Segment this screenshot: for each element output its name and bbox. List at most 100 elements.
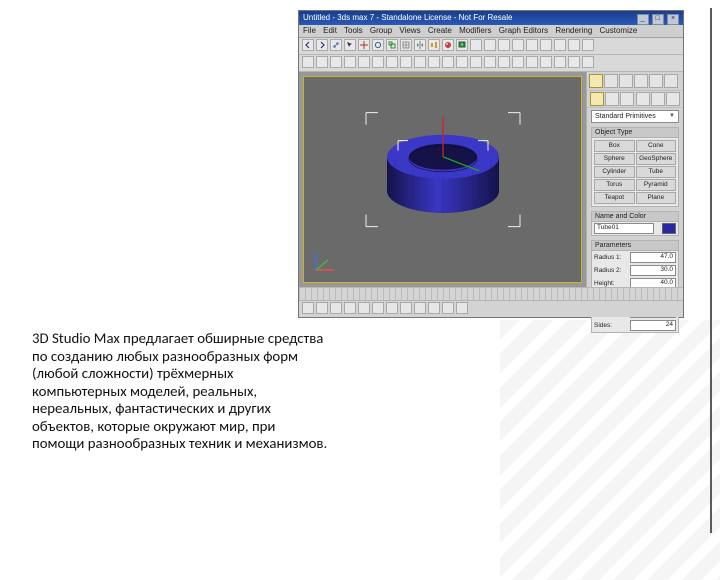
rollout-header[interactable]: Name and Color — [592, 212, 678, 222]
select-button[interactable] — [344, 39, 356, 51]
toolbar-icon[interactable] — [428, 56, 440, 68]
status-icon[interactable] — [400, 302, 412, 314]
helpers-category[interactable] — [651, 92, 665, 106]
toolbar-icon[interactable] — [484, 56, 496, 68]
toolbar-icon[interactable] — [498, 56, 510, 68]
link-button[interactable] — [330, 39, 342, 51]
pan-button[interactable] — [428, 302, 440, 314]
toolbar-icon[interactable] — [512, 56, 524, 68]
close-button[interactable]: × — [667, 14, 679, 25]
toolbar-icon[interactable] — [540, 56, 552, 68]
shapes-category[interactable] — [605, 92, 619, 106]
scale-button[interactable] — [386, 39, 398, 51]
status-icon[interactable] — [386, 302, 398, 314]
menu-item[interactable]: Modifiers — [459, 26, 491, 35]
display-tab[interactable] — [649, 74, 663, 88]
play-button[interactable] — [358, 302, 370, 314]
utilities-tab[interactable] — [664, 74, 678, 88]
rollout-header[interactable]: Parameters — [592, 241, 678, 251]
toolbar-icon[interactable] — [554, 39, 566, 51]
menu-item[interactable]: File — [303, 26, 316, 35]
perspective-viewport[interactable] — [303, 76, 582, 283]
color-swatch[interactable] — [662, 223, 676, 234]
menu-item[interactable]: Edit — [323, 26, 337, 35]
toolbar-icon[interactable] — [316, 56, 328, 68]
toolbar-icon[interactable] — [582, 39, 594, 51]
toolbar-icon[interactable] — [344, 56, 356, 68]
sides-spinner[interactable]: 24 — [630, 320, 676, 331]
menu-item[interactable]: Tools — [344, 26, 363, 35]
timeline-ruler[interactable] — [299, 287, 683, 300]
toolbar-icon[interactable] — [484, 39, 496, 51]
menu-item[interactable]: Views — [399, 26, 420, 35]
toolbar-icon[interactable] — [512, 39, 524, 51]
snap-button[interactable] — [400, 39, 412, 51]
toolbar-icon[interactable] — [470, 56, 482, 68]
move-button[interactable] — [358, 39, 370, 51]
menu-item[interactable]: Create — [428, 26, 452, 35]
primitive-button[interactable]: Pyramid — [636, 179, 677, 191]
tube-object[interactable] — [373, 98, 513, 238]
toolbar-icon[interactable] — [498, 39, 510, 51]
toolbar-icon[interactable] — [568, 56, 580, 68]
primitive-button[interactable]: Torus — [594, 179, 635, 191]
toolbar-icon[interactable] — [330, 56, 342, 68]
modify-tab[interactable] — [604, 74, 618, 88]
status-icon[interactable] — [372, 302, 384, 314]
rollout-header[interactable]: Object Type — [592, 128, 678, 138]
toolbar-icon[interactable] — [470, 39, 482, 51]
orbit-button[interactable] — [442, 302, 454, 314]
menu-item[interactable]: Group — [370, 26, 392, 35]
create-tab[interactable] — [589, 74, 603, 88]
toolbar-icon[interactable] — [358, 56, 370, 68]
primitive-button[interactable]: Cylinder — [594, 166, 635, 178]
primitive-button[interactable]: Box — [594, 140, 635, 152]
lights-category[interactable] — [620, 92, 634, 106]
align-button[interactable] — [428, 39, 440, 51]
hierarchy-tab[interactable] — [619, 74, 633, 88]
toolbar-icon[interactable] — [526, 39, 538, 51]
zoom-button[interactable] — [414, 302, 426, 314]
radius2-spinner[interactable]: 30.0 — [630, 265, 676, 276]
cameras-category[interactable] — [636, 92, 650, 106]
primitive-button[interactable]: Cone — [636, 140, 677, 152]
menu-item[interactable]: Rendering — [555, 26, 592, 35]
toolbar-icon[interactable] — [540, 39, 552, 51]
motion-tab[interactable] — [634, 74, 648, 88]
toolbar-icon[interactable] — [442, 56, 454, 68]
toolbar-icon[interactable] — [302, 56, 314, 68]
render-button[interactable] — [456, 39, 468, 51]
toolbar-icon[interactable] — [554, 56, 566, 68]
toolbar-icon[interactable] — [568, 39, 580, 51]
primitive-button[interactable]: GeoSphere — [636, 153, 677, 165]
status-icon[interactable] — [344, 302, 356, 314]
primitive-button[interactable]: Tube — [636, 166, 677, 178]
toolbar-icon[interactable] — [400, 56, 412, 68]
redo-button[interactable] — [316, 39, 328, 51]
primitive-button[interactable]: Teapot — [594, 192, 635, 204]
maximize-viewport-button[interactable] — [456, 302, 468, 314]
toolbar-icon[interactable] — [582, 56, 594, 68]
material-editor-button[interactable] — [442, 39, 454, 51]
object-name-field[interactable]: Tube01 — [594, 223, 654, 234]
status-icon[interactable] — [302, 302, 314, 314]
maximize-button[interactable]: □ — [652, 14, 664, 25]
status-icon[interactable] — [330, 302, 342, 314]
toolbar-icon[interactable] — [526, 56, 538, 68]
geometry-category[interactable] — [590, 92, 604, 106]
spacewarps-category[interactable] — [666, 92, 680, 106]
mirror-button[interactable] — [414, 39, 426, 51]
toolbar-icon[interactable] — [456, 56, 468, 68]
toolbar-icon[interactable] — [386, 56, 398, 68]
primitive-button[interactable]: Plane — [636, 192, 677, 204]
radius1-spinner[interactable]: 47.0 — [630, 252, 676, 263]
toolbar-icon[interactable] — [414, 56, 426, 68]
status-icon[interactable] — [316, 302, 328, 314]
menu-item[interactable]: Customize — [600, 26, 638, 35]
toolbar-icon[interactable] — [372, 56, 384, 68]
minimize-button[interactable]: _ — [637, 14, 649, 25]
menu-item[interactable]: Graph Editors — [499, 26, 548, 35]
subcategory-dropdown[interactable]: Standard Primitives ▼ — [591, 110, 679, 123]
rotate-button[interactable] — [372, 39, 384, 51]
undo-button[interactable] — [302, 39, 314, 51]
